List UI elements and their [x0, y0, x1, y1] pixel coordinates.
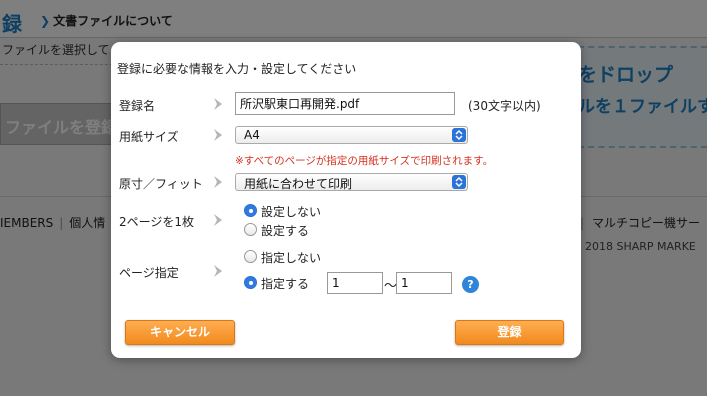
radio-button[interactable]: [244, 250, 257, 263]
page-range-label: ページ指定: [119, 266, 179, 280]
page-range-option-off-label: 指定しない: [261, 251, 322, 265]
radio-button-checked[interactable]: [244, 276, 257, 289]
radio-button-checked[interactable]: [244, 204, 257, 217]
chevron-right-icon: [211, 213, 225, 227]
page-range-option-on-label: 指定する: [261, 277, 310, 291]
chevron-right-icon: [211, 175, 225, 189]
page-from-input[interactable]: [327, 272, 383, 294]
paper-size-warning: ※すべてのページが指定の用紙サイズで印刷されます。: [235, 155, 494, 167]
select-arrows-icon: [452, 175, 466, 189]
paper-size-value: A4: [244, 128, 260, 142]
fit-value: 用紙に合わせて印刷: [244, 177, 353, 191]
paper-size-select[interactable]: A4: [235, 126, 468, 144]
name-label: 登録名: [119, 99, 156, 113]
two-up-label: 2ページを1枚: [119, 215, 195, 229]
register-button[interactable]: 登録: [455, 320, 564, 345]
select-arrows-icon: [452, 128, 466, 142]
name-length-hint: (30文字以内): [468, 99, 541, 113]
name-input[interactable]: [235, 92, 455, 115]
paper-size-label: 用紙サイズ: [119, 130, 179, 144]
two-up-option-on-label: 設定する: [261, 224, 310, 238]
chevron-right-icon: [211, 128, 225, 142]
dialog-title: 登録に必要な情報を入力・設定してください: [117, 62, 357, 76]
radio-button[interactable]: [244, 223, 257, 236]
registration-dialog: 登録に必要な情報を入力・設定してください 登録名 (30文字以内) 用紙サイズ …: [111, 42, 581, 358]
page-to-input[interactable]: [396, 272, 452, 294]
chevron-right-icon: [211, 264, 225, 278]
cancel-button[interactable]: キャンセル: [125, 320, 235, 345]
fit-label: 原寸／フィット: [119, 177, 203, 191]
chevron-right-icon: [211, 97, 225, 111]
fit-select[interactable]: 用紙に合わせて印刷: [235, 173, 468, 191]
two-up-option-off-label: 設定しない: [261, 205, 322, 219]
help-icon[interactable]: ?: [462, 276, 479, 293]
